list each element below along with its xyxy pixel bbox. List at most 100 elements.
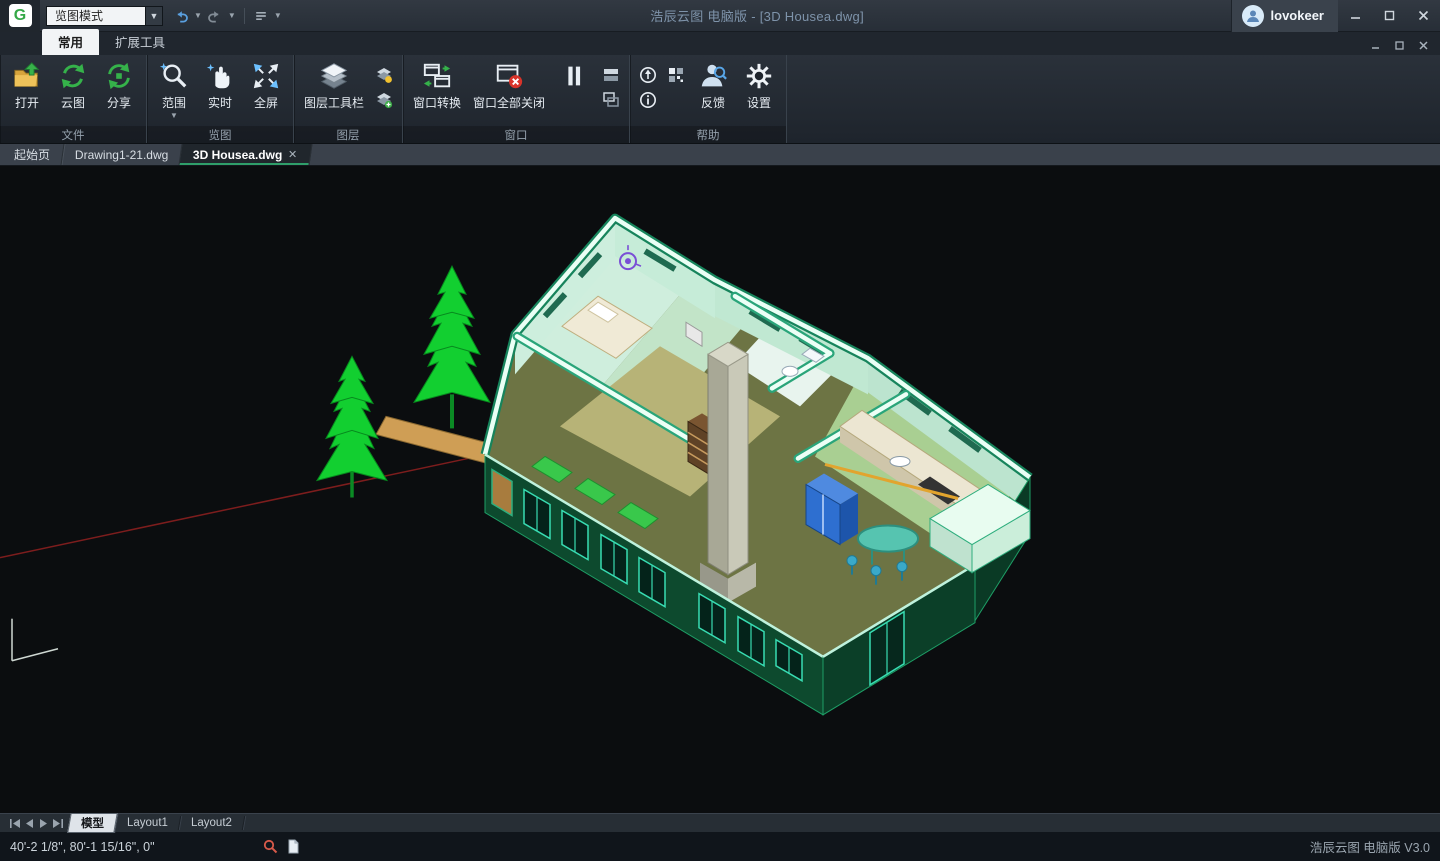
layer-toolbar-button[interactable]: 图层工具栏	[299, 58, 369, 112]
ribbon-group-label-layer: 图层	[294, 126, 402, 143]
help-small-buttons-2	[663, 58, 689, 85]
construction-line-red[interactable]	[0, 454, 487, 557]
undo-dropdown-icon[interactable]: ▼	[192, 11, 204, 20]
zoom-dropdown-icon[interactable]: ▼	[170, 113, 178, 119]
update-icon[interactable]	[638, 65, 658, 85]
doc-tab-close-icon[interactable]: ✕	[289, 148, 298, 161]
pan-hand-icon	[205, 60, 235, 92]
3d-house-drawing[interactable]	[0, 166, 1440, 813]
redo-icon	[207, 8, 223, 24]
settings-button[interactable]: 设置	[737, 58, 781, 112]
customize-toolbar-button[interactable]	[251, 6, 271, 26]
button-label: 窗口全部关闭	[473, 94, 545, 111]
layer-star-icon[interactable]	[374, 65, 394, 85]
fullscreen-icon	[251, 60, 281, 92]
app-logo: G	[0, 0, 40, 32]
ribbon-group-label-help: 帮助	[630, 126, 786, 143]
fullscreen-button[interactable]: 全屏	[244, 58, 288, 112]
button-label: 图层工具栏	[304, 94, 364, 111]
realtime-pan-button[interactable]: 实时	[198, 58, 242, 112]
tile-vertical-icon	[559, 60, 589, 92]
share-button[interactable]: 分享	[97, 58, 141, 112]
customize-dropdown-icon[interactable]: ▼	[272, 11, 284, 20]
layer-small-buttons	[371, 58, 397, 110]
view-mode-dropdown[interactable]: 览图模式 ▼	[46, 6, 163, 26]
next-layout-icon[interactable]	[38, 819, 49, 828]
house-model[interactable]	[485, 218, 1030, 715]
doc-restore-button[interactable]	[1388, 37, 1410, 53]
doc-tab-start-page[interactable]: 起始页	[1, 144, 65, 165]
user-panel[interactable]: lovokeer	[1231, 0, 1338, 32]
feedback-button[interactable]: 反馈	[691, 58, 735, 112]
drawing-viewport[interactable]	[0, 166, 1440, 813]
toolbar-separator	[244, 8, 245, 24]
doc-tab-drawing1[interactable]: Drawing1-21.dwg	[62, 144, 183, 165]
help-small-buttons	[635, 58, 661, 110]
tile-horizontal-icon[interactable]	[601, 65, 621, 85]
minimize-icon	[1350, 10, 1361, 21]
doc-close-button[interactable]	[1412, 37, 1434, 53]
doc-tab-label: 3D Housea.dwg	[193, 148, 282, 162]
window-close-all-button[interactable]: 窗口全部关闭	[468, 58, 550, 112]
layout-tab-layout1[interactable]: Layout1	[115, 816, 181, 830]
ribbon-group-layer: 图层工具栏 图层	[294, 55, 403, 143]
button-label: 实时	[208, 94, 232, 111]
button-label: 范围	[162, 94, 186, 111]
button-label: 反馈	[701, 94, 725, 111]
button-label: 分享	[107, 94, 131, 111]
tab-home[interactable]: 常用	[42, 29, 99, 55]
window-title: 浩辰云图 电脑版 - [3D Housea.dwg]	[284, 6, 1231, 25]
ribbon-group-file: 打开 云图 分享 文件	[0, 55, 147, 143]
undo-button[interactable]	[171, 6, 191, 26]
close-button[interactable]	[1406, 0, 1440, 32]
open-button[interactable]: 打开	[5, 58, 49, 112]
maximize-button[interactable]	[1372, 0, 1406, 32]
settings-gear-icon	[744, 60, 774, 92]
avatar[interactable]	[1242, 5, 1264, 27]
tile-vertical-button[interactable]	[552, 58, 596, 93]
chevron-down-icon[interactable]: ▼	[146, 6, 163, 26]
sheet-status-icon[interactable]	[286, 839, 301, 854]
share-icon	[104, 60, 134, 92]
cloud-button[interactable]: 云图	[51, 58, 95, 112]
qr-code-icon[interactable]	[666, 65, 686, 85]
minimize-button[interactable]	[1338, 0, 1372, 32]
layout-tab-label: Layout2	[191, 817, 232, 829]
redo-dropdown-icon[interactable]: ▼	[226, 11, 238, 20]
doc-minimize-button[interactable]	[1364, 37, 1386, 53]
window-switch-button[interactable]: 窗口转换	[408, 58, 466, 112]
doc-tab-label: 起始页	[14, 146, 50, 163]
cascade-windows-icon[interactable]	[601, 90, 621, 110]
pine-tree-right[interactable]	[414, 266, 490, 428]
sink	[890, 456, 910, 466]
window-close-all-icon	[494, 60, 524, 92]
titlebar: G 览图模式 ▼ ▼ ▼ ▼ 浩辰云图 电脑版 - [3D Housea.dwg…	[0, 0, 1440, 32]
window-controls	[1338, 0, 1440, 32]
pine-tree-left[interactable]	[317, 356, 387, 497]
tab-extended-tools[interactable]: 扩展工具	[99, 29, 181, 55]
doc-restore-icon	[1395, 41, 1404, 50]
quick-access-toolbar: ▼ ▼ ▼	[171, 6, 284, 26]
cloud-sync-icon	[58, 60, 88, 92]
app-logo-icon: G	[9, 4, 32, 27]
first-layout-icon[interactable]	[10, 819, 21, 828]
doc-tab-label: Drawing1-21.dwg	[75, 148, 168, 162]
layer-add-icon[interactable]	[374, 90, 394, 110]
zoom-extents-button[interactable]: 范围 ▼	[152, 58, 196, 120]
prev-layout-icon[interactable]	[24, 819, 35, 828]
last-layout-icon[interactable]	[52, 819, 63, 828]
feedback-icon	[698, 60, 728, 92]
layout-tab-layout2[interactable]: Layout2	[179, 816, 245, 830]
layout-tab-model[interactable]: 模型	[67, 813, 118, 833]
view-mode-value[interactable]: 览图模式	[46, 6, 146, 26]
document-window-controls	[1358, 37, 1440, 55]
open-folder-icon	[12, 60, 42, 92]
info-icon[interactable]	[638, 90, 658, 110]
doc-tab-3d-housea[interactable]: 3D Housea.dwg ✕	[180, 144, 313, 165]
ribbon-group-label-file: 文件	[0, 126, 146, 143]
layout-tab-bar: 模型 Layout1 Layout2	[0, 813, 1440, 832]
app-version: 浩辰云图 电脑版 V3.0	[1310, 837, 1430, 856]
button-label: 窗口转换	[413, 94, 461, 111]
zoom-status-icon[interactable]	[263, 839, 278, 854]
redo-button[interactable]	[205, 6, 225, 26]
